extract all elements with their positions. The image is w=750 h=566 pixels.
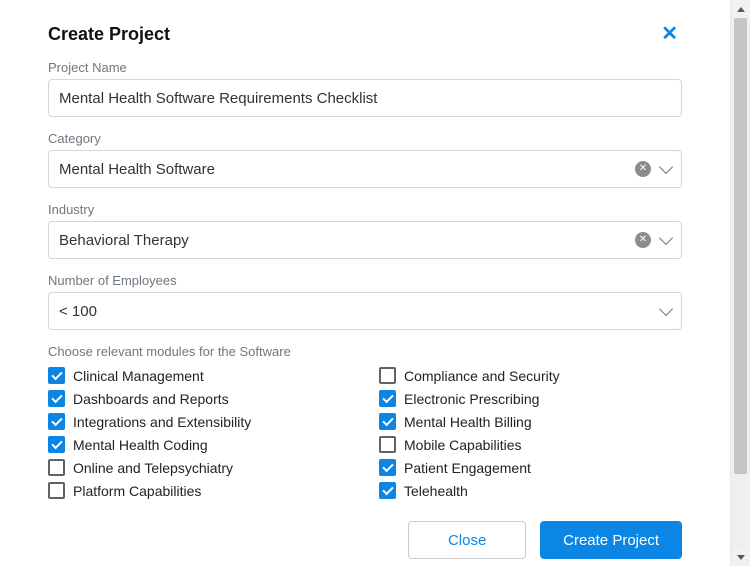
module-item[interactable]: Online and Telepsychiatry [48, 459, 351, 476]
employees-label: Number of Employees [48, 273, 682, 288]
industry-clear-icon[interactable] [635, 232, 651, 248]
module-item[interactable]: Dashboards and Reports [48, 390, 351, 407]
module-label: Mental Health Coding [73, 437, 208, 453]
dialog-viewport: Create Project ✕ Project Name Category M… [0, 0, 730, 566]
triangle-up-icon [737, 7, 745, 12]
industry-value: Behavioral Therapy [59, 232, 647, 249]
module-label: Dashboards and Reports [73, 391, 229, 407]
create-project-button[interactable]: Create Project [540, 521, 682, 559]
scroll-down-button[interactable] [731, 548, 750, 566]
project-name-input[interactable] [48, 79, 682, 117]
scrollbar-thumb[interactable] [734, 18, 747, 474]
category-value: Mental Health Software [59, 161, 647, 178]
create-project-dialog: Create Project ✕ Project Name Category M… [0, 0, 730, 559]
module-label: Clinical Management [73, 368, 204, 384]
modules-grid: Clinical Management Dashboards and Report… [48, 367, 682, 499]
category-select[interactable]: Mental Health Software [48, 150, 682, 188]
employees-field: Number of Employees < 100 [48, 273, 682, 330]
module-label: Compliance and Security [404, 368, 560, 384]
scroll-up-button[interactable] [731, 0, 750, 18]
module-label: Electronic Prescribing [404, 391, 539, 407]
module-item[interactable]: Platform Capabilities [48, 482, 351, 499]
checkbox[interactable] [379, 390, 396, 407]
industry-field: Industry Behavioral Therapy [48, 202, 682, 259]
modules-column-left: Clinical Management Dashboards and Report… [48, 367, 351, 499]
industry-label: Industry [48, 202, 682, 217]
employees-select[interactable]: < 100 [48, 292, 682, 330]
close-icon[interactable]: ✕ [657, 22, 682, 46]
module-item[interactable]: Mobile Capabilities [379, 436, 682, 453]
module-label: Mental Health Billing [404, 414, 532, 430]
category-field: Category Mental Health Software [48, 131, 682, 188]
chevron-down-icon [659, 231, 673, 245]
checkbox[interactable] [48, 482, 65, 499]
employees-value: < 100 [59, 303, 647, 320]
module-item[interactable]: Patient Engagement [379, 459, 682, 476]
module-item[interactable]: Electronic Prescribing [379, 390, 682, 407]
chevron-down-icon [659, 160, 673, 174]
checkbox[interactable] [379, 367, 396, 384]
module-item[interactable]: Integrations and Extensibility [48, 413, 351, 430]
module-item[interactable]: Mental Health Coding [48, 436, 351, 453]
chevron-down-icon [659, 302, 673, 316]
checkbox[interactable] [379, 459, 396, 476]
module-label: Mobile Capabilities [404, 437, 522, 453]
category-label: Category [48, 131, 682, 146]
checkbox[interactable] [48, 367, 65, 384]
dialog-header: Create Project ✕ [48, 22, 682, 46]
checkbox[interactable] [48, 413, 65, 430]
modules-column-right: Compliance and Security Electronic Prescr… [379, 367, 682, 499]
triangle-down-icon [737, 555, 745, 560]
module-label: Integrations and Extensibility [73, 414, 251, 430]
checkbox[interactable] [379, 482, 396, 499]
module-item[interactable]: Clinical Management [48, 367, 351, 384]
module-label: Patient Engagement [404, 460, 531, 476]
module-item[interactable]: Telehealth [379, 482, 682, 499]
module-label: Online and Telepsychiatry [73, 460, 233, 476]
project-name-label: Project Name [48, 60, 682, 75]
checkbox[interactable] [379, 413, 396, 430]
checkbox[interactable] [48, 390, 65, 407]
module-item[interactable]: Compliance and Security [379, 367, 682, 384]
scrollbar[interactable] [730, 0, 750, 566]
module-label: Telehealth [404, 483, 468, 499]
checkbox[interactable] [379, 436, 396, 453]
module-label: Platform Capabilities [73, 483, 201, 499]
close-button[interactable]: Close [408, 521, 526, 559]
modules-section-label: Choose relevant modules for the Software [48, 344, 682, 359]
category-clear-icon[interactable] [635, 161, 651, 177]
checkbox[interactable] [48, 436, 65, 453]
project-name-field: Project Name [48, 60, 682, 117]
module-item[interactable]: Mental Health Billing [379, 413, 682, 430]
industry-select[interactable]: Behavioral Therapy [48, 221, 682, 259]
scrollbar-track[interactable] [731, 18, 750, 548]
dialog-title: Create Project [48, 24, 170, 45]
checkbox[interactable] [48, 459, 65, 476]
dialog-footer: Close Create Project [48, 521, 682, 559]
